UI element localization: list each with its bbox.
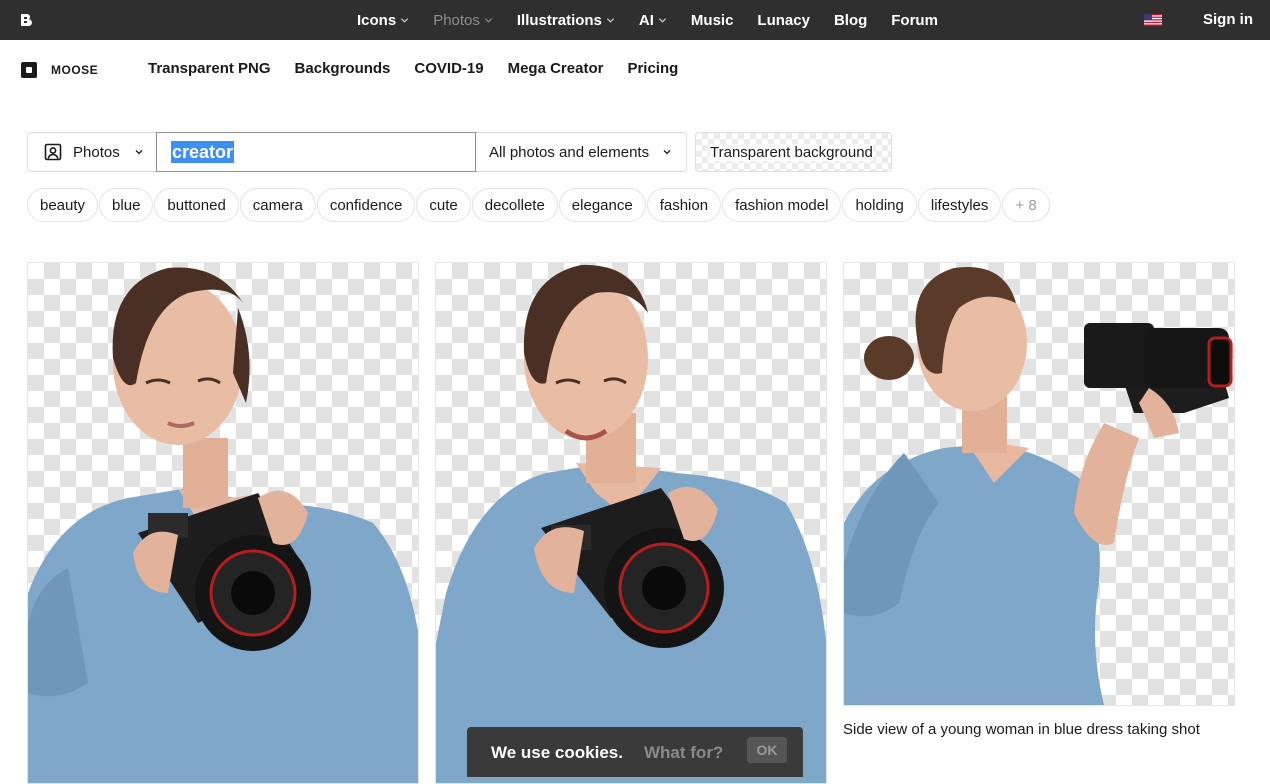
woman-taking-shot-image xyxy=(844,267,1233,705)
cookie-text: We use cookies. xyxy=(491,743,623,762)
search-bar: Photos creator All photos and elements T… xyxy=(27,132,892,172)
topnav-illustrations[interactable]: Illustrations xyxy=(517,12,615,29)
chevron-down-icon xyxy=(663,150,671,155)
cookie-banner: We use cookies. What for? OK xyxy=(467,727,803,777)
smiling-woman-with-camera-image xyxy=(436,264,826,783)
cookie-ok-button[interactable]: OK xyxy=(747,737,787,763)
topnav-label: Illustrations xyxy=(516,11,602,29)
topnav-label: Blog xyxy=(833,11,868,29)
topnav-label: Icons xyxy=(357,11,397,29)
tag-chip[interactable]: fashion xyxy=(646,188,722,222)
tag-chip[interactable]: holding xyxy=(842,188,917,222)
topnav-blog[interactable]: Blog xyxy=(834,12,867,29)
subnav-backgrounds[interactable]: Backgrounds xyxy=(295,60,391,77)
result-card[interactable] xyxy=(27,262,419,784)
search-query-text: creator xyxy=(171,141,235,163)
cookie-what-for-link[interactable]: What for? xyxy=(644,743,723,763)
transparent-background-label: Transparent background xyxy=(710,143,873,161)
topnav-icons[interactable]: Icons xyxy=(357,12,409,29)
tag-chip[interactable]: lifestyles xyxy=(917,188,1002,222)
tag-chip[interactable]: elegance xyxy=(558,188,646,222)
sign-in-link[interactable]: Sign in xyxy=(1203,11,1253,28)
us-flag-icon[interactable] xyxy=(1144,14,1162,26)
topnav-label: Forum xyxy=(891,11,938,29)
content-type-label: Photos xyxy=(73,143,120,161)
subnav-covid-19[interactable]: COVID-19 xyxy=(414,60,483,77)
topnav-label: Photos xyxy=(433,11,480,29)
result-card[interactable] xyxy=(843,262,1235,706)
tag-chip[interactable]: buttoned xyxy=(154,188,239,222)
chevron-down-icon xyxy=(658,17,666,23)
woman-with-camera-image xyxy=(28,267,418,783)
top-navigation-bar: Icons Photos Illustrations AI Music Lunacy Blo… xyxy=(0,0,1270,40)
tag-chip[interactable]: confidence xyxy=(316,188,416,222)
tag-chip[interactable]: blue xyxy=(99,188,154,222)
tag-chip[interactable]: decollete xyxy=(471,188,558,222)
topnav-ai[interactable]: AI xyxy=(639,12,667,29)
topnav-photos[interactable]: Photos xyxy=(433,12,493,29)
result-caption[interactable]: Side view of a young woman in blue dress… xyxy=(843,721,1200,738)
search-input[interactable]: creator xyxy=(156,132,476,172)
topnav-label: AI xyxy=(638,11,654,29)
topnav-forum[interactable]: Forum xyxy=(891,12,938,29)
result-card[interactable] xyxy=(435,262,827,784)
content-type-dropdown[interactable]: Photos xyxy=(27,132,157,172)
topnav-label: Music xyxy=(690,11,734,29)
chevron-down-icon xyxy=(401,17,409,23)
topnav-label: Lunacy xyxy=(757,11,810,29)
chevron-down-icon xyxy=(135,150,143,155)
elements-filter-label: All photos and elements xyxy=(489,143,650,161)
sub-nav: Transparent PNG Backgrounds COVID-19 Meg… xyxy=(148,60,702,77)
moose-brand-label[interactable]: MOOSE xyxy=(51,63,98,77)
tag-chip[interactable]: camera xyxy=(239,188,316,222)
portrait-photo-icon xyxy=(44,143,62,161)
top-nav-menu: Icons Photos Illustrations AI Music Lunacy Blo… xyxy=(357,0,962,40)
topnav-lunacy[interactable]: Lunacy xyxy=(757,12,810,29)
topnav-music[interactable]: Music xyxy=(691,12,734,29)
more-tags-button[interactable]: + 8 xyxy=(1002,188,1050,222)
icons8-logo-icon[interactable] xyxy=(20,13,34,27)
sub-header: MOOSE Transparent PNG Backgrounds COVID-… xyxy=(0,40,1270,100)
subnav-mega-creator[interactable]: Mega Creator xyxy=(508,60,604,77)
moose-logo-icon[interactable] xyxy=(21,62,37,78)
chevron-down-icon xyxy=(606,17,614,23)
tag-chip[interactable]: fashion model xyxy=(722,188,842,222)
subnav-transparent-png[interactable]: Transparent PNG xyxy=(148,60,271,77)
elements-filter-dropdown[interactable]: All photos and elements xyxy=(476,132,687,172)
transparent-background-toggle[interactable]: Transparent background xyxy=(695,132,892,172)
chevron-down-icon xyxy=(484,17,492,23)
subnav-pricing[interactable]: Pricing xyxy=(627,60,678,77)
tag-list: beauty blue buttoned camera confidence cute de… xyxy=(27,188,1051,222)
tag-chip[interactable]: cute xyxy=(416,188,471,222)
tag-chip[interactable]: beauty xyxy=(27,188,99,222)
